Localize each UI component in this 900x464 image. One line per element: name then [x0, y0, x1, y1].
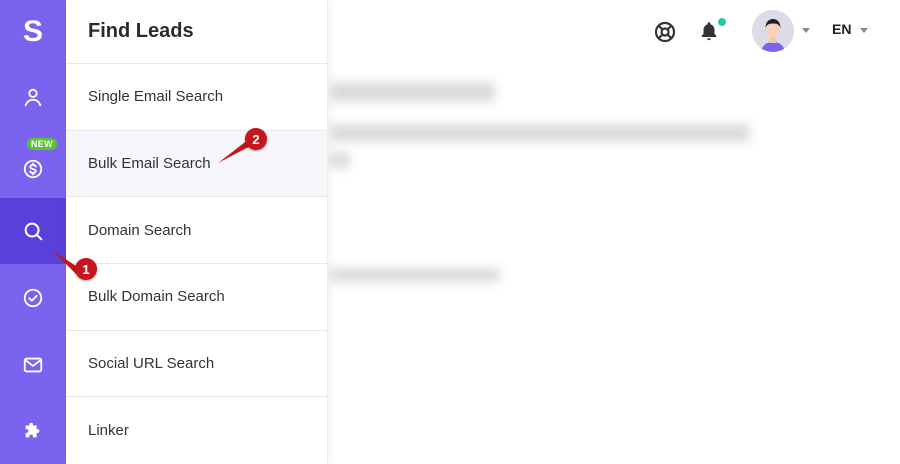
- blurred-paragraph-line: [330, 152, 350, 168]
- blurred-heading: [330, 82, 495, 102]
- search-icon: [24, 222, 43, 241]
- sidebar-item-email[interactable]: [0, 332, 66, 398]
- blurred-paragraph-line: [330, 124, 750, 142]
- language-dropdown-caret-icon[interactable]: [860, 28, 868, 33]
- mail-icon: [23, 357, 43, 373]
- app-logo[interactable]: S: [0, 0, 66, 64]
- notification-dot: [716, 16, 728, 28]
- submenu-item-social-url-search[interactable]: Social URL Search: [66, 331, 327, 398]
- user-avatar-icon: [752, 10, 794, 52]
- sidebar-item-verify[interactable]: [0, 265, 66, 331]
- find-leads-submenu: Find Leads Single Email Search Bulk Emai…: [66, 0, 328, 464]
- support-button[interactable]: [652, 19, 678, 45]
- submenu-item-single-email-search[interactable]: Single Email Search: [66, 64, 327, 131]
- sidebar-item-integrations[interactable]: [0, 398, 66, 464]
- support-icon: [654, 21, 676, 43]
- annotation-marker-2: 2: [245, 128, 267, 150]
- avatar-dropdown-caret-icon[interactable]: [802, 28, 810, 33]
- dollar-circle-icon: [23, 159, 43, 179]
- sidebar-item-profile[interactable]: [0, 64, 66, 130]
- icon-sidebar: S NEW: [0, 0, 66, 464]
- sidebar-item-credits[interactable]: NEW: [0, 131, 66, 197]
- submenu-item-linker[interactable]: Linker: [66, 397, 327, 464]
- submenu-item-bulk-domain-search[interactable]: Bulk Domain Search: [66, 264, 327, 331]
- submenu-item-domain-search[interactable]: Domain Search: [66, 197, 327, 265]
- user-icon: [24, 88, 42, 107]
- submenu-title: Find Leads: [66, 0, 327, 64]
- language-selector[interactable]: EN: [832, 21, 851, 37]
- app-root: S NEW Find Leads Single Email Search Bul…: [0, 0, 900, 464]
- puzzle-icon: [25, 422, 40, 438]
- annotation-marker-1: 1: [75, 258, 97, 280]
- new-badge: NEW: [27, 138, 57, 150]
- sidebar-item-find-leads[interactable]: [0, 198, 66, 264]
- blurred-text-line: [330, 268, 500, 282]
- check-circle-icon: [23, 288, 43, 308]
- submenu-item-bulk-email-search[interactable]: Bulk Email Search: [66, 130, 327, 198]
- avatar[interactable]: [752, 10, 794, 52]
